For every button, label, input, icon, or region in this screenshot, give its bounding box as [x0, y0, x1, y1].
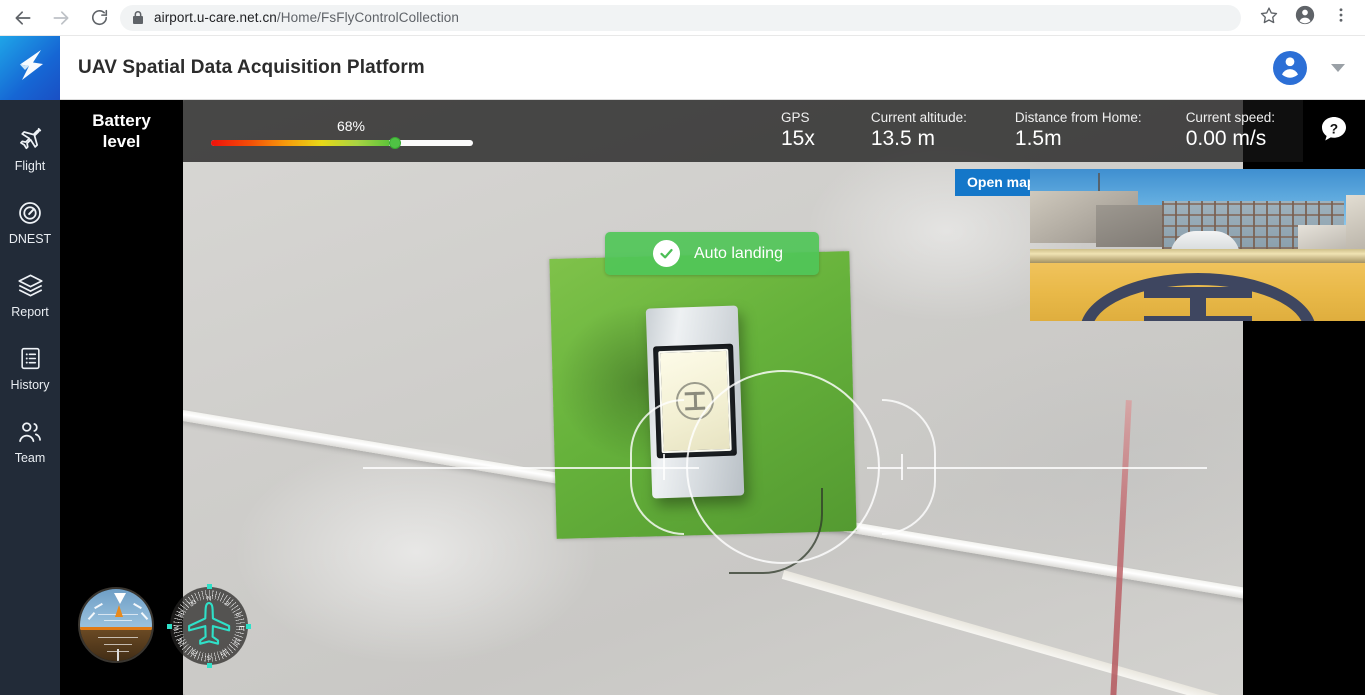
gauge-icon: [17, 198, 43, 228]
sidebar-item-label: DNEST: [8, 231, 52, 246]
readout-label: GPS: [780, 110, 810, 126]
svg-text:30: 30: [177, 609, 187, 619]
heading-compass-icon: N 3 6 E 12 15 S 21 24 W 30 33: [167, 584, 251, 668]
flight-video-stage: Battery level 68% GPS 15x Current altitu…: [60, 100, 1365, 695]
readout-value: 15x: [780, 127, 815, 151]
auto-landing-banner[interactable]: Auto landing: [605, 232, 819, 275]
h-stem: [693, 391, 697, 411]
readout-current-speed: Current speed: 0.00 m/s: [1186, 110, 1275, 152]
svg-text:W: W: [174, 624, 181, 631]
forward-button[interactable]: [46, 3, 76, 33]
readout-value: 13.5 m: [870, 127, 936, 151]
telemetry-bar: Battery level 68% GPS 15x Current altitu…: [60, 100, 1365, 162]
svg-text:N: N: [207, 596, 212, 603]
readout-distance-from-home: Distance from Home: 1.5m: [1015, 110, 1142, 152]
auto-landing-label: Auto landing: [694, 244, 783, 262]
svg-text:21: 21: [189, 647, 199, 657]
back-arrow-icon: [13, 8, 33, 28]
url-text: airport.u-care.net.cn/Home/FsFlyControlC…: [154, 10, 459, 25]
sidebar-item-label: Report: [11, 304, 49, 319]
reload-icon: [90, 8, 109, 27]
sidebar-item-label: Flight: [14, 158, 46, 173]
user-account-button[interactable]: [1273, 50, 1307, 85]
profile-avatar-icon: [1295, 5, 1315, 30]
battery-knob: [389, 137, 401, 149]
browser-menu-button[interactable]: [1326, 3, 1356, 33]
app-header: UAV Spatial Data Acquisition Platform: [0, 35, 1365, 100]
building-d: [1346, 195, 1365, 249]
svg-text:24: 24: [177, 637, 187, 647]
page-title: UAV Spatial Data Acquisition Platform: [78, 56, 425, 78]
sidebar-item-team[interactable]: Team: [0, 404, 60, 477]
layers-icon: [17, 271, 44, 301]
compass-marker-west: [167, 623, 172, 629]
bookmark-button[interactable]: [1254, 3, 1284, 33]
compass-marker-south: [206, 663, 212, 668]
user-avatar-icon: [1275, 50, 1305, 85]
help-question-icon: ?: [1319, 114, 1349, 149]
svg-text:3: 3: [222, 600, 230, 608]
three-dot-menu-icon: [1332, 6, 1350, 29]
sidebar-item-flight[interactable]: Flight: [0, 112, 60, 185]
uav-logo-icon: [9, 44, 51, 91]
app-logo[interactable]: [0, 35, 60, 100]
readout-label: Current altitude:: [870, 110, 967, 126]
battery-gauge: 68%: [211, 100, 481, 162]
svg-text:12: 12: [231, 637, 241, 647]
back-button[interactable]: [8, 3, 38, 33]
reload-button[interactable]: [84, 3, 114, 33]
browser-toolbar: airport.u-care.net.cn/Home/FsFlyControlC…: [0, 0, 1365, 36]
star-icon: [1260, 6, 1278, 29]
battery-label-line1: Battery: [92, 111, 151, 130]
browser-profile-button[interactable]: [1290, 3, 1320, 33]
sidebar-item-history[interactable]: History: [0, 331, 60, 404]
battery-label-line2: level: [102, 132, 141, 151]
forward-arrow-icon: [51, 8, 71, 28]
check-circle-icon: [653, 240, 680, 267]
battery-fill: [211, 140, 390, 146]
airplane-icon: [17, 125, 43, 155]
h-stem: [1189, 287, 1206, 321]
readout-label: Current speed:: [1185, 110, 1275, 126]
ground-camera-feed[interactable]: [1030, 169, 1365, 321]
compass-marker-north: [206, 584, 212, 589]
header-actions: [1273, 50, 1365, 85]
helipad-h-marking-icon: [1143, 287, 1252, 321]
url-host: airport.u-care.net.cn: [154, 10, 277, 25]
sidebar-item-label: History: [10, 377, 50, 392]
svg-text:15: 15: [219, 647, 229, 657]
svg-text:6: 6: [234, 612, 242, 618]
targeting-reticle-icon: [363, 370, 1207, 564]
people-icon: [17, 417, 43, 447]
h-glyph: [685, 391, 706, 411]
pole-line: [1110, 400, 1132, 695]
sidebar: Flight DNEST Report History Team: [0, 100, 60, 695]
sidebar-item-report[interactable]: Report: [0, 258, 60, 331]
readout-value: 1.5m: [1014, 127, 1062, 151]
svg-text:E: E: [238, 626, 245, 630]
svg-text:33: 33: [188, 598, 198, 608]
svg-text:?: ?: [1330, 121, 1338, 136]
battery-label: Battery level: [60, 100, 183, 162]
help-button[interactable]: ?: [1303, 100, 1365, 162]
attitude-indicator-icon: [78, 587, 154, 663]
readout-value: 0.00 m/s: [1185, 127, 1267, 151]
sidebar-item-label: Team: [14, 450, 46, 465]
lock-icon: [132, 10, 144, 25]
battery-percent-text: 68%: [336, 118, 366, 134]
svg-text:S: S: [207, 654, 211, 661]
chevron-down-icon[interactable]: [1331, 63, 1345, 72]
sidebar-item-dnest[interactable]: DNEST: [0, 185, 60, 258]
readout-gps: GPS 15x: [781, 110, 815, 152]
list-document-icon: [18, 344, 43, 374]
readout-label: Distance from Home:: [1014, 110, 1142, 126]
toolbar-actions: [1251, 3, 1365, 33]
compass-marker-east: [246, 623, 251, 629]
url-path: /Home/FsFlyControlCollection: [276, 10, 460, 25]
letterbox-right: [1243, 320, 1365, 695]
address-bar[interactable]: airport.u-care.net.cn/Home/FsFlyControlC…: [120, 4, 1241, 31]
readout-current-altitude: Current altitude: 13.5 m: [871, 110, 967, 152]
battery-track: [211, 140, 473, 146]
